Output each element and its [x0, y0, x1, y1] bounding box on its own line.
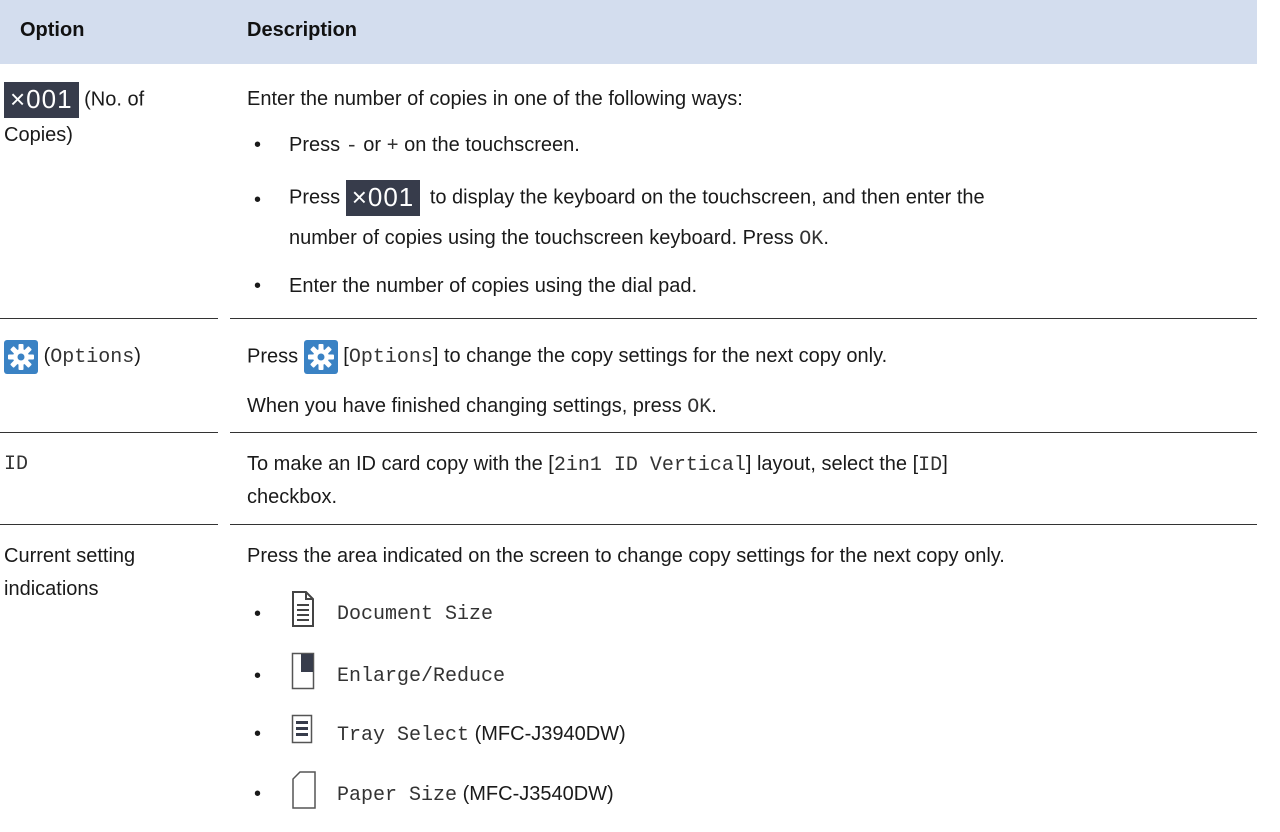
- bullet: •: [254, 783, 262, 805]
- options-line-2: When you have finished changing settings…: [247, 395, 717, 419]
- options-line-1: Press [Options] to change the copy setti…: [247, 340, 887, 374]
- copies-label-b: Copies): [4, 124, 73, 146]
- row-divider-gap: [218, 432, 230, 433]
- current-label-b: indications: [4, 578, 99, 600]
- current-item-2: Enlarge/Reduce: [337, 665, 506, 688]
- id-line-1: To make an ID card copy with the [2in1 I…: [247, 453, 948, 477]
- options-option-cell: (Options): [4, 340, 141, 374]
- tray-select-icon: [291, 714, 313, 744]
- id-option-label: ID: [4, 453, 29, 476]
- bullet: •: [254, 665, 262, 687]
- copies-option-cell: ×001 (No. of: [4, 82, 144, 118]
- bullet: •: [254, 134, 262, 156]
- current-item-4: Paper Size (MFC-J3540DW): [337, 783, 614, 807]
- copies-badge: ×001: [4, 82, 79, 118]
- id-line-2: checkbox.: [247, 486, 338, 508]
- header-description: Description: [247, 19, 358, 41]
- row-divider-gap: [218, 318, 230, 319]
- row-divider: [0, 318, 1257, 319]
- current-item-1: Document Size: [337, 603, 494, 626]
- current-item-3: Tray Select (MFC-J3940DW): [337, 723, 626, 747]
- copies-bullet-3: Enter the number of copies using the dia…: [289, 275, 698, 297]
- row-divider: [0, 524, 1257, 525]
- copies-bullet-1: Press - or + on the touchscreen.: [289, 134, 580, 158]
- bullet: •: [254, 189, 262, 211]
- copies-intro: Enter the number of copies in one of the…: [247, 88, 743, 110]
- copies-bullet-2-cont: number of copies using the touchscreen k…: [289, 227, 829, 251]
- copies-badge: ×001: [345, 180, 421, 216]
- document-size-icon: [292, 591, 314, 627]
- paper-size-icon: [292, 771, 316, 809]
- gear-icon: [4, 340, 38, 374]
- bullet: •: [254, 723, 262, 745]
- gear-icon: [303, 340, 338, 374]
- copies-bullet-2: Press ×001 to display the keyboard on th…: [289, 180, 985, 216]
- table-header: Option Description: [0, 0, 1257, 64]
- current-label-a: Current setting: [4, 545, 136, 567]
- header-option: Option: [20, 19, 85, 41]
- bullet: •: [254, 603, 262, 625]
- copies-label-a: (No. of: [84, 88, 145, 111]
- row-divider-gap: [218, 524, 230, 525]
- current-intro: Press the area indicated on the screen t…: [247, 545, 1005, 567]
- bullet: •: [254, 275, 262, 297]
- row-divider: [0, 432, 1257, 433]
- enlarge-reduce-icon: [291, 652, 315, 690]
